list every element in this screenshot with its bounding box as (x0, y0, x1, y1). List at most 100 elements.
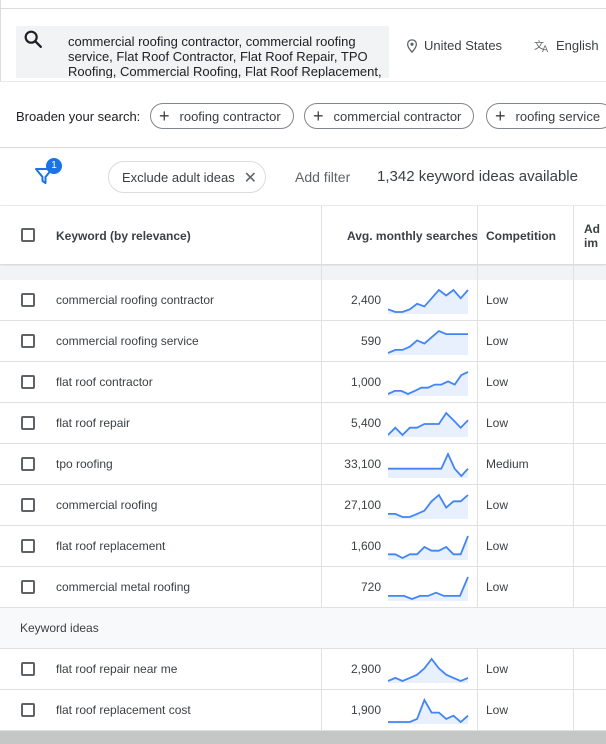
row-checkbox[interactable] (21, 416, 35, 430)
header-keyword[interactable]: Keyword (by relevance) (56, 229, 191, 243)
location-pin-icon (406, 38, 418, 53)
plus-icon: + (495, 106, 506, 126)
column-divider (573, 649, 574, 731)
avg-monthly-searches-value: 2,400 (350, 293, 381, 307)
competition-value: Low (486, 580, 509, 594)
close-icon[interactable]: ✕ (244, 168, 257, 188)
trend-sparkline (388, 535, 469, 560)
row-checkbox[interactable] (21, 580, 35, 594)
avg-monthly-searches-value: 5,400 (350, 416, 381, 430)
sparkline-area (388, 577, 468, 601)
keyword-text: tpo roofing (56, 457, 113, 471)
chip-label: roofing contractor (179, 108, 281, 124)
competition-value: Low (486, 703, 509, 717)
competition-value: Low (486, 293, 509, 307)
table-row[interactable]: flat roof replacement 1,600 Low (0, 526, 606, 567)
avg-monthly-searches-value: 1,600 (350, 539, 381, 553)
divider (0, 8, 606, 9)
row-checkbox[interactable] (21, 375, 35, 389)
sparkline-area (388, 454, 468, 478)
language-selector[interactable]: 文 A English (534, 38, 599, 53)
row-checkbox[interactable] (21, 293, 35, 307)
trend-sparkline (388, 576, 469, 601)
broaden-chip-commercial-contractor[interactable]: + commercial contractor (304, 103, 475, 129)
section-header-keyword-ideas: Keyword ideas (0, 608, 606, 649)
keyword-text: flat roof contractor (56, 375, 153, 389)
competition-value: Low (486, 375, 509, 389)
translate-icon: 文 A (534, 39, 549, 53)
table-row[interactable]: commercial metal roofing 720 Low (0, 567, 606, 608)
table-row[interactable]: flat roof replacement cost 1,900 Low (0, 690, 606, 731)
avg-monthly-searches-value: 33,100 (344, 457, 381, 471)
broaden-chip-roofing-contractor[interactable]: + roofing contractor (150, 103, 294, 129)
avg-monthly-searches-value: 1,900 (350, 703, 381, 717)
keyword-text: flat roof replacement (56, 539, 166, 553)
broaden-label: Broaden your search: (16, 109, 141, 124)
broaden-chip-roofing-service[interactable]: + roofing service (486, 103, 606, 129)
table-row[interactable]: commercial roofing 27,100 Low (0, 485, 606, 526)
trend-sparkline (388, 657, 469, 683)
avg-monthly-searches-value: 720 (360, 580, 381, 594)
keyword-text: flat roof repair near me (56, 662, 178, 676)
competition-value: Low (486, 334, 509, 348)
table-row[interactable]: flat roof repair near me 2,900 Low (0, 649, 606, 690)
search-input[interactable]: commercial roofing contractor, commercia… (16, 26, 389, 78)
row-checkbox[interactable] (21, 498, 35, 512)
search-icon[interactable] (22, 28, 44, 50)
table-row[interactable]: flat roof contractor 1,000 Low (0, 362, 606, 403)
sparkline-line (388, 576, 469, 600)
language-label: English (556, 38, 599, 53)
column-divider (573, 206, 574, 608)
search-query-text[interactable]: commercial roofing contractor, commercia… (68, 34, 384, 78)
header-ad-impression-share[interactable]: Ad im (584, 222, 606, 250)
avg-monthly-searches-value: 1,000 (350, 375, 381, 389)
trend-sparkline (388, 329, 468, 355)
avg-monthly-searches-value: 590 (360, 334, 381, 348)
chip-label: roofing service (515, 108, 601, 124)
select-all-checkbox[interactable] (21, 228, 35, 242)
horizontal-scrollbar[interactable] (0, 731, 606, 744)
keyword-text: flat roof replacement cost (56, 703, 191, 717)
plus-icon: + (313, 106, 324, 126)
competition-value: Low (486, 498, 509, 512)
table-spacer (0, 266, 606, 280)
table-row[interactable]: tpo roofing 33,100 Medium (0, 444, 606, 485)
trend-sparkline (388, 697, 469, 724)
location-selector[interactable]: United States (406, 38, 502, 53)
keyword-text: commercial roofing service (56, 334, 199, 348)
keyword-text: flat roof repair (56, 416, 131, 430)
header-competition[interactable]: Competition (486, 229, 556, 243)
sparkline-area (388, 700, 468, 724)
competition-value: Low (486, 416, 509, 430)
table-row[interactable]: flat roof repair 5,400 Low (0, 403, 606, 444)
trend-sparkline (388, 411, 469, 437)
competition-value: Low (486, 539, 509, 553)
competition-value: Medium (486, 457, 529, 471)
trend-sparkline (388, 493, 469, 519)
table-row[interactable]: commercial roofing contractor 2,400 Low (0, 280, 606, 321)
competition-value: Low (486, 662, 509, 676)
table-row[interactable]: commercial roofing service 590 Low (0, 321, 606, 362)
row-checkbox[interactable] (21, 457, 35, 471)
header-avg-monthly-searches[interactable]: Avg. monthly searches (347, 229, 478, 243)
svg-text:A: A (542, 45, 549, 53)
avg-monthly-searches-value: 2,900 (350, 662, 381, 676)
keyword-text: commercial roofing (56, 498, 158, 512)
row-checkbox[interactable] (21, 662, 35, 676)
keyword-ideas-count: 1,342 keyword ideas available (377, 168, 578, 185)
plus-icon: + (159, 106, 170, 126)
row-checkbox[interactable] (21, 703, 35, 717)
keyword-text: commercial metal roofing (56, 580, 191, 594)
filter-count-badge: 1 (46, 158, 62, 174)
column-divider (321, 649, 322, 731)
row-checkbox[interactable] (21, 334, 35, 348)
location-label: United States (424, 38, 503, 53)
exclude-adult-ideas-chip[interactable]: Exclude adult ideas ✕ (108, 161, 266, 193)
column-divider (477, 649, 478, 731)
broaden-search-bar: Broaden your search: + roofing contracto… (0, 82, 606, 148)
chip-label: Exclude adult ideas (122, 169, 235, 185)
trend-sparkline (388, 451, 469, 478)
row-checkbox[interactable] (21, 539, 35, 553)
trend-sparkline (388, 371, 469, 396)
add-filter-button[interactable]: Add filter (295, 169, 350, 185)
